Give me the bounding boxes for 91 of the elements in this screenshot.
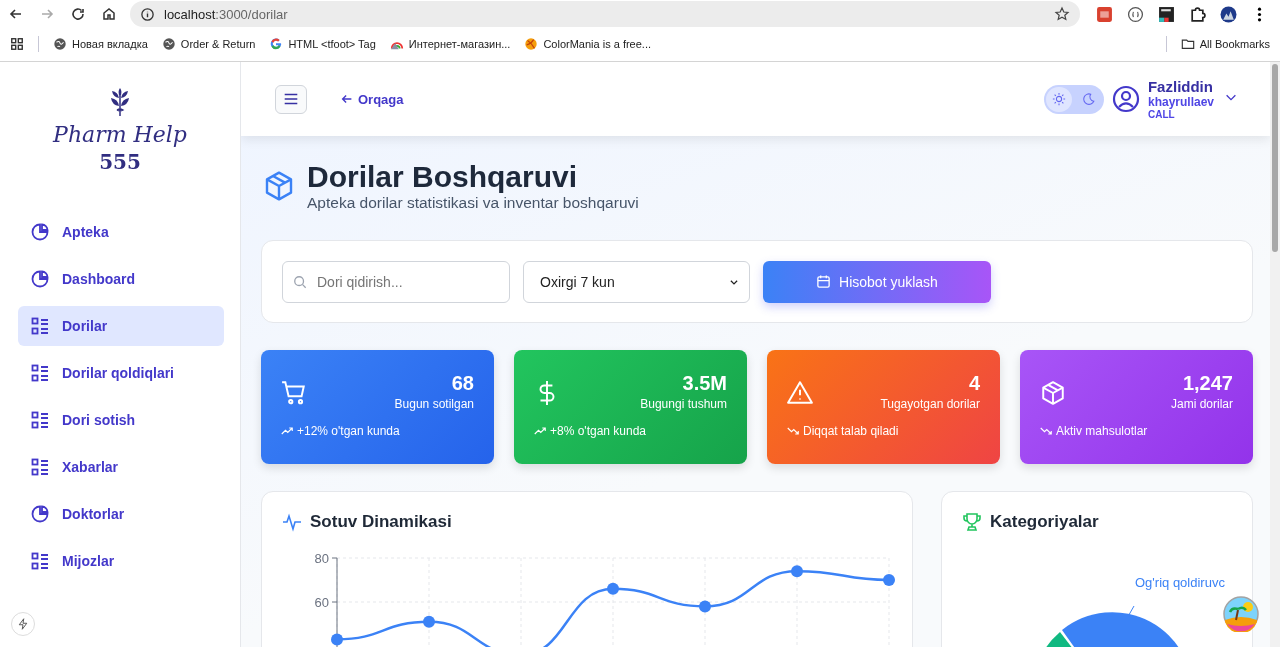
sidebar-item[interactable]: Dorilar qoldiqlari [18, 353, 224, 393]
stat-label: Bugun sotilgan [394, 397, 474, 411]
url-text: localhost:3000/dorilar [164, 6, 289, 22]
data-point [423, 615, 435, 628]
data-point [791, 565, 803, 578]
leaf-logo-icon [108, 86, 132, 118]
download-report-button[interactable]: Hisobot yuklash [763, 260, 991, 303]
apps-icon[interactable] [10, 37, 24, 51]
card-title: Sotuv Dinamikasi [310, 512, 452, 532]
lightning-button[interactable] [11, 612, 35, 636]
pie-chart-icon [30, 222, 50, 242]
globe-icon [53, 37, 67, 51]
logo-number: 555 [99, 150, 141, 174]
axis-tick-label: 80 [314, 551, 329, 566]
bookmark-link[interactable]: Новая вкладка [53, 37, 148, 51]
address-bar[interactable]: localhost:3000/dorilar [130, 1, 1080, 27]
sidebar-item[interactable]: Dashboard [18, 259, 224, 299]
stat-note: +8% o'tgan kunda [550, 424, 647, 438]
stat-note: Aktiv mahsulotlar [1056, 424, 1148, 438]
globe-icon [161, 37, 176, 51]
stat-value: 4 [968, 372, 980, 395]
pie-chart-icon [30, 504, 50, 524]
back-link[interactable]: Orqaga [340, 91, 404, 107]
data-point [331, 633, 343, 646]
beach-icon[interactable] [1222, 596, 1260, 634]
search-icon [293, 273, 307, 290]
cube-icon [1040, 380, 1066, 406]
pie-chart-icon [30, 269, 50, 289]
bookmark-link[interactable]: Интернет-магазин... [389, 37, 511, 51]
bookmark-link[interactable]: ColorMania is a free... [524, 37, 651, 51]
sidebar-item[interactable]: Dori sotish [18, 400, 224, 440]
data-point [607, 582, 619, 595]
pulse-icon [282, 512, 302, 532]
profile-icon[interactable] [1220, 5, 1237, 23]
user-surname: khayrullaev [1147, 95, 1214, 109]
list-icon [30, 457, 50, 477]
bookmark-link[interactable]: Order & Return [161, 37, 256, 51]
list-icon [30, 410, 50, 430]
theme-toggle[interactable] [1043, 84, 1104, 114]
cart-icon [281, 380, 307, 406]
list-icon [30, 551, 50, 571]
axis-tick-label: 60 [314, 595, 329, 610]
period-select[interactable]: Oxirgi 7 kun [523, 260, 750, 303]
all-bookmarks-link[interactable]: All Bookmarks [1180, 37, 1270, 51]
user-role: CALL [1147, 109, 1176, 120]
stat-note: Diqqat talab qiladi [803, 424, 899, 438]
stat-note: +12% o'tgan kunda [297, 424, 400, 438]
arrow-left-icon [340, 92, 354, 106]
list-icon [30, 316, 50, 336]
slice-label: Og'riq qoldiruvc [1135, 575, 1225, 590]
ball-icon [524, 37, 539, 51]
sidebar-item[interactable]: Doktorlar [18, 494, 224, 534]
page-subtitle: Apteka dorilar statistikasi va inventar boshqaruvi [307, 194, 639, 212]
scrollbar[interactable] [1270, 62, 1280, 647]
page-title: Dorilar Boshqaruvi [307, 160, 579, 194]
user-avatar-icon[interactable] [1111, 85, 1140, 113]
extension-icon[interactable] [1158, 5, 1175, 23]
home-icon[interactable] [101, 6, 117, 22]
data-point [883, 574, 895, 586]
stat-label: Tugayotgan dorilar [880, 397, 980, 411]
sidebar-item[interactable]: Mijozlar [18, 541, 224, 581]
sidebar-item[interactable]: Xabarlar [18, 447, 224, 487]
card-title: Kategoriyalar [990, 512, 1099, 532]
search-input[interactable]: Dori qidirish... [315, 272, 499, 291]
user-name: Fazliddin [1147, 78, 1214, 95]
bookmark-link[interactable]: HTML <tfoot> Tag [269, 37, 376, 51]
stat-value: 3.5M [682, 372, 727, 395]
sidebar-item[interactable]: Apteka [18, 212, 224, 252]
stat-label: Jami dorilar [1171, 397, 1233, 411]
folder-icon [1180, 37, 1195, 51]
trophy-icon [962, 512, 982, 532]
lightning-icon [17, 618, 29, 630]
warning-icon [787, 380, 813, 406]
info-icon[interactable] [140, 6, 155, 22]
calendar-icon [816, 274, 832, 289]
data-point [699, 600, 711, 613]
stat-value: 68 [451, 372, 474, 395]
cube-icon [263, 170, 295, 202]
star-icon[interactable] [1054, 6, 1070, 22]
sun-icon[interactable] [1045, 86, 1072, 112]
logo-title: Pharm Help [53, 122, 187, 147]
stat-value: 1,247 [1182, 372, 1233, 395]
puzzle-icon[interactable] [1189, 5, 1206, 23]
sidebar-item[interactable]: Dorilar [18, 306, 224, 346]
reload-icon[interactable] [70, 6, 86, 22]
search-field[interactable]: Dori qidirish... [282, 260, 510, 303]
stat-label: Bugungi tushum [640, 397, 727, 411]
g-letter-icon [269, 37, 284, 51]
extension-icon[interactable] [1127, 5, 1144, 23]
menu-button[interactable] [275, 84, 307, 114]
list-icon [30, 363, 50, 383]
